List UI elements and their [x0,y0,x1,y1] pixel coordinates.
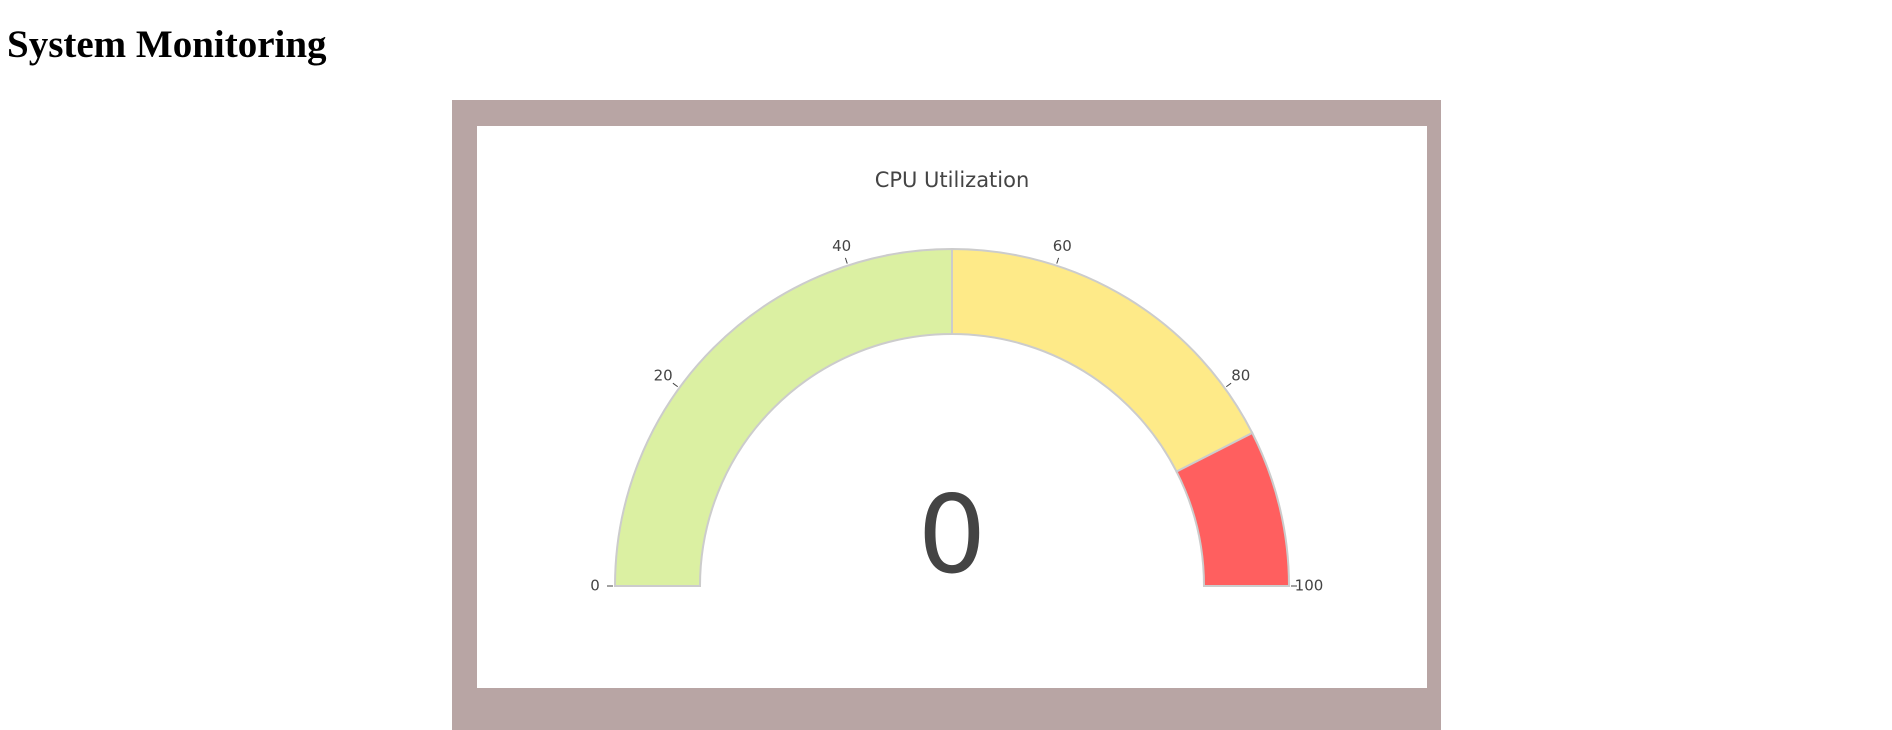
cpu-gauge-chart: CPU Utilization 0 20 40 60 80 100 0 [590,168,1324,598]
gauge-tick-label-0: 0 [590,577,600,595]
gauge-value: 0 [918,473,987,598]
gauge-tick-label-3: 60 [1053,237,1072,255]
gauge-tick-3 [1056,257,1060,264]
gauge-tick-label-4: 80 [1231,367,1250,385]
gauge-tick-label-5: 100 [1295,577,1324,595]
gauge-tick-1 [672,382,679,388]
chart-title: CPU Utilization [875,168,1030,192]
gauge-tick-label-2: 40 [832,237,851,255]
page-title: System Monitoring [7,23,327,66]
gauge-tick-label-1: 20 [654,367,673,385]
gauge-tick-2 [844,257,848,264]
gauge-step-0 [613,247,953,587]
chart-panel: CPU Utilization 0 20 40 60 80 100 0 [477,126,1427,688]
gauge-step-1 [951,247,1254,473]
